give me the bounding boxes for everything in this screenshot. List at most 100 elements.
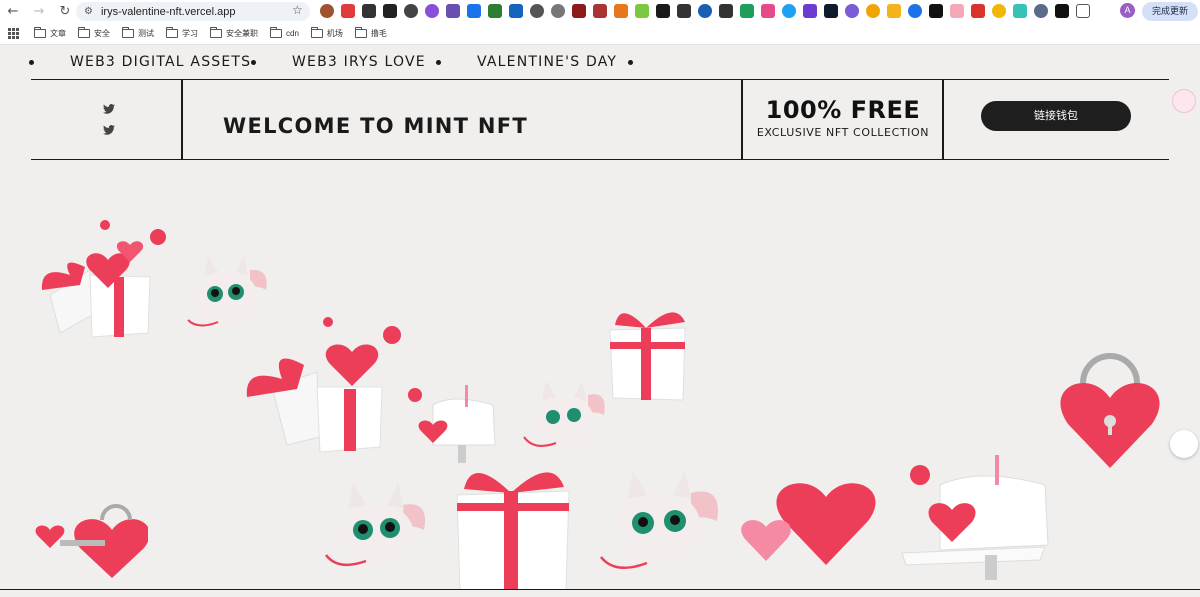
cupid-cat-image bbox=[523, 381, 605, 447]
folder-icon bbox=[354, 27, 367, 38]
folder-icon bbox=[166, 27, 178, 38]
extension-icon[interactable] bbox=[698, 4, 712, 18]
star-icon[interactable]: ☆ bbox=[292, 3, 303, 17]
extension-icon[interactable] bbox=[635, 4, 649, 18]
puzzle-icon[interactable] bbox=[1076, 4, 1090, 18]
bookmark-folder[interactable]: 机场 bbox=[310, 27, 343, 39]
marquee-bar: WEB3 DIGITAL ASSETS WEB3 IRYS LOVE VALEN… bbox=[0, 45, 1200, 79]
extension-icon[interactable] bbox=[614, 4, 628, 18]
profile-avatar[interactable]: A bbox=[1120, 3, 1135, 18]
back-icon[interactable]: ← bbox=[0, 0, 26, 23]
bookmark-label: 撸毛 bbox=[370, 29, 387, 38]
bookmark-folder[interactable]: 撸毛 bbox=[354, 27, 387, 39]
extension-icon[interactable] bbox=[971, 4, 985, 18]
folder-icon bbox=[122, 27, 134, 38]
bullet-dot bbox=[29, 60, 34, 65]
apps-icon[interactable] bbox=[8, 27, 20, 40]
welcome-title: WELCOME TO MINT NFT bbox=[223, 114, 529, 138]
folder-icon bbox=[270, 27, 282, 38]
extension-icon[interactable] bbox=[845, 4, 859, 18]
extension-icon[interactable] bbox=[572, 4, 586, 18]
floating-avatar-icon[interactable] bbox=[1172, 89, 1196, 113]
connect-wallet-button[interactable]: 链接钱包 bbox=[981, 101, 1131, 131]
bookmark-folder[interactable]: 安全兼职 bbox=[210, 27, 258, 39]
extension-icon[interactable] bbox=[320, 4, 334, 18]
hero-header: WELCOME TO MINT NFT 100% FREE EXCLUSIVE … bbox=[31, 79, 1169, 160]
cupid-cat-image bbox=[325, 483, 426, 567]
extension-icon[interactable] bbox=[803, 4, 817, 18]
extension-icon[interactable] bbox=[467, 4, 481, 18]
divider bbox=[942, 80, 944, 159]
extension-icon[interactable] bbox=[446, 4, 460, 18]
extension-icon[interactable] bbox=[782, 4, 796, 18]
heart-lock-key-image bbox=[35, 504, 148, 578]
extensions-strip bbox=[320, 4, 1090, 19]
gift-box-image bbox=[456, 472, 570, 590]
reload-icon[interactable]: ↻ bbox=[52, 0, 78, 23]
extension-icon[interactable] bbox=[362, 4, 376, 18]
bookmark-folder[interactable]: 安全 bbox=[78, 27, 110, 39]
divider bbox=[181, 80, 183, 159]
bullet-dot bbox=[436, 60, 441, 65]
extension-icon[interactable] bbox=[425, 4, 439, 18]
forward-icon[interactable]: → bbox=[26, 0, 52, 23]
extension-icon[interactable] bbox=[551, 4, 565, 18]
extension-icon[interactable] bbox=[950, 4, 964, 18]
bookmark-label: cdn bbox=[286, 29, 299, 38]
extension-icon[interactable] bbox=[677, 4, 691, 18]
extension-icon[interactable] bbox=[593, 4, 607, 18]
folder-icon bbox=[210, 27, 222, 38]
bookmarks-bar: 文章 安全 测试 学习 安全兼职 cdn 机场 撸毛 bbox=[0, 23, 1200, 45]
folder-icon bbox=[78, 27, 90, 38]
site-page: WEB3 DIGITAL ASSETS WEB3 IRYS LOVE VALEN… bbox=[0, 45, 1200, 597]
twitter-icon[interactable] bbox=[103, 125, 115, 135]
bullet-dot bbox=[628, 60, 633, 65]
extension-icon[interactable] bbox=[929, 4, 943, 18]
folder-icon bbox=[310, 27, 323, 38]
extension-icon[interactable] bbox=[824, 4, 838, 18]
extension-icon[interactable] bbox=[866, 4, 880, 18]
bookmark-folder[interactable]: cdn bbox=[270, 27, 299, 38]
bookmark-folder[interactable]: 学习 bbox=[166, 27, 198, 39]
address-bar[interactable]: ⚙ irys-valentine-nft.vercel.app bbox=[76, 2, 310, 21]
extension-icon[interactable] bbox=[740, 4, 754, 18]
gift-box-hearts-image bbox=[246, 317, 401, 453]
update-button[interactable]: 完成更新 bbox=[1142, 2, 1198, 21]
bullet-dot bbox=[251, 60, 256, 65]
floating-avatar-icon[interactable] bbox=[1170, 430, 1198, 458]
extension-icon[interactable] bbox=[341, 4, 355, 18]
extension-icon[interactable] bbox=[761, 4, 775, 18]
bookmark-folder[interactable]: 文章 bbox=[34, 27, 66, 39]
bookmark-label: 安全 bbox=[94, 29, 110, 38]
gift-box-hearts-image bbox=[41, 220, 166, 338]
extension-icon[interactable] bbox=[530, 4, 544, 18]
gift-box-image bbox=[609, 312, 686, 401]
extension-icon[interactable] bbox=[992, 4, 1006, 18]
extension-icon[interactable] bbox=[488, 4, 502, 18]
cupid-cat-image bbox=[600, 471, 718, 570]
bookmark-label: 安全兼职 bbox=[226, 29, 258, 38]
extension-icon[interactable] bbox=[404, 4, 418, 18]
extension-icon[interactable] bbox=[1013, 4, 1027, 18]
extension-icon[interactable] bbox=[1055, 4, 1069, 18]
extension-icon[interactable] bbox=[383, 4, 397, 18]
twitter-icon[interactable] bbox=[103, 104, 115, 114]
url-text: irys-valentine-nft.vercel.app bbox=[100, 5, 236, 18]
site-info-icon[interactable]: ⚙ bbox=[84, 6, 93, 17]
bookmark-label: 测试 bbox=[138, 29, 154, 38]
extension-icon[interactable] bbox=[509, 4, 523, 18]
mailbox-heart-image bbox=[901, 455, 1049, 580]
extension-icon[interactable] bbox=[887, 4, 901, 18]
folder-icon bbox=[34, 27, 46, 38]
two-hearts-image bbox=[741, 483, 876, 565]
bottom-divider bbox=[0, 589, 1200, 590]
heart-lock-image bbox=[1060, 353, 1160, 468]
free-subtitle: EXCLUSIVE NFT COLLECTION bbox=[756, 126, 930, 139]
extension-icon[interactable] bbox=[1034, 4, 1048, 18]
marquee-item: WEB3 IRYS LOVE bbox=[292, 54, 426, 70]
bookmark-folder[interactable]: 测试 bbox=[122, 27, 154, 39]
extension-icon[interactable] bbox=[908, 4, 922, 18]
extension-icon[interactable] bbox=[656, 4, 670, 18]
bookmark-label: 学习 bbox=[182, 29, 198, 38]
extension-icon[interactable] bbox=[719, 4, 733, 18]
